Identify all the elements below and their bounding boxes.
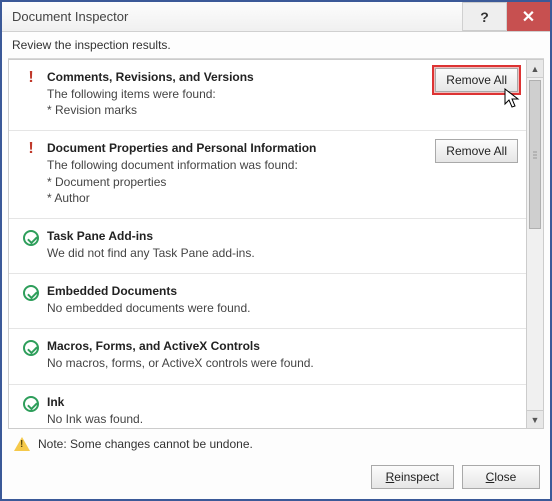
section-comments-revisions: ! Comments, Revisions, and Versions The … bbox=[9, 60, 526, 131]
section-task-pane-addins: Task Pane Add-ins We did not find any Ta… bbox=[9, 219, 526, 274]
reinspect-button[interactable]: Reinspect bbox=[371, 465, 454, 489]
scroll-track[interactable] bbox=[527, 78, 543, 410]
close-button[interactable]: Close bbox=[462, 465, 540, 489]
scroll-down-button[interactable]: ▼ bbox=[527, 410, 543, 428]
section-desc: No macros, forms, or ActiveX controls we… bbox=[47, 355, 426, 371]
checkmark-icon bbox=[19, 284, 43, 301]
vertical-scrollbar[interactable]: ▲ ▼ bbox=[526, 59, 544, 429]
section-ink: Ink No Ink was found. bbox=[9, 385, 526, 430]
instruction-text: Review the inspection results. bbox=[2, 32, 550, 58]
remove-all-button[interactable]: Remove All bbox=[435, 139, 518, 163]
titlebar-buttons: ? ✕ bbox=[462, 2, 550, 31]
section-desc: No Ink was found. bbox=[47, 411, 426, 427]
footer-note: Note: Some changes cannot be undone. bbox=[12, 437, 540, 451]
note-text: Note: Some changes cannot be undone. bbox=[38, 437, 253, 451]
checkmark-icon bbox=[19, 229, 43, 246]
section-macros-forms-activex: Macros, Forms, and ActiveX Controls No m… bbox=[9, 329, 526, 384]
checkmark-icon bbox=[19, 395, 43, 412]
warning-icon: ! bbox=[19, 141, 43, 156]
section-title: Macros, Forms, and ActiveX Controls bbox=[47, 339, 426, 353]
window-title: Document Inspector bbox=[12, 9, 128, 24]
section-title: Document Properties and Personal Informa… bbox=[47, 141, 426, 155]
results-area: ! Comments, Revisions, and Versions The … bbox=[8, 58, 544, 429]
results-list: ! Comments, Revisions, and Versions The … bbox=[8, 59, 526, 429]
dialog-window: Document Inspector ? ✕ Review the inspec… bbox=[0, 0, 552, 501]
section-title: Ink bbox=[47, 395, 426, 409]
window-close-button[interactable]: ✕ bbox=[506, 2, 550, 31]
scroll-up-button[interactable]: ▲ bbox=[527, 60, 543, 78]
checkmark-icon bbox=[19, 339, 43, 356]
dialog-footer: Note: Some changes cannot be undone. Rei… bbox=[2, 429, 550, 499]
remove-all-button[interactable]: Remove All bbox=[435, 68, 518, 92]
section-embedded-documents: Embedded Documents No embedded documents… bbox=[9, 274, 526, 329]
scroll-thumb[interactable] bbox=[529, 80, 541, 229]
titlebar: Document Inspector ? ✕ bbox=[2, 2, 550, 32]
footer-buttons: Reinspect Close bbox=[12, 465, 540, 489]
help-button[interactable]: ? bbox=[462, 2, 506, 31]
section-title: Task Pane Add-ins bbox=[47, 229, 426, 243]
warning-icon: ! bbox=[19, 70, 43, 85]
section-desc: We did not find any Task Pane add-ins. bbox=[47, 245, 426, 261]
warning-triangle-icon bbox=[14, 437, 30, 451]
section-desc: The following items were found: * Revisi… bbox=[47, 86, 426, 118]
section-title: Comments, Revisions, and Versions bbox=[47, 70, 426, 84]
section-desc: The following document information was f… bbox=[47, 157, 426, 206]
section-doc-properties: ! Document Properties and Personal Infor… bbox=[9, 131, 526, 219]
section-desc: No embedded documents were found. bbox=[47, 300, 426, 316]
section-title: Embedded Documents bbox=[47, 284, 426, 298]
